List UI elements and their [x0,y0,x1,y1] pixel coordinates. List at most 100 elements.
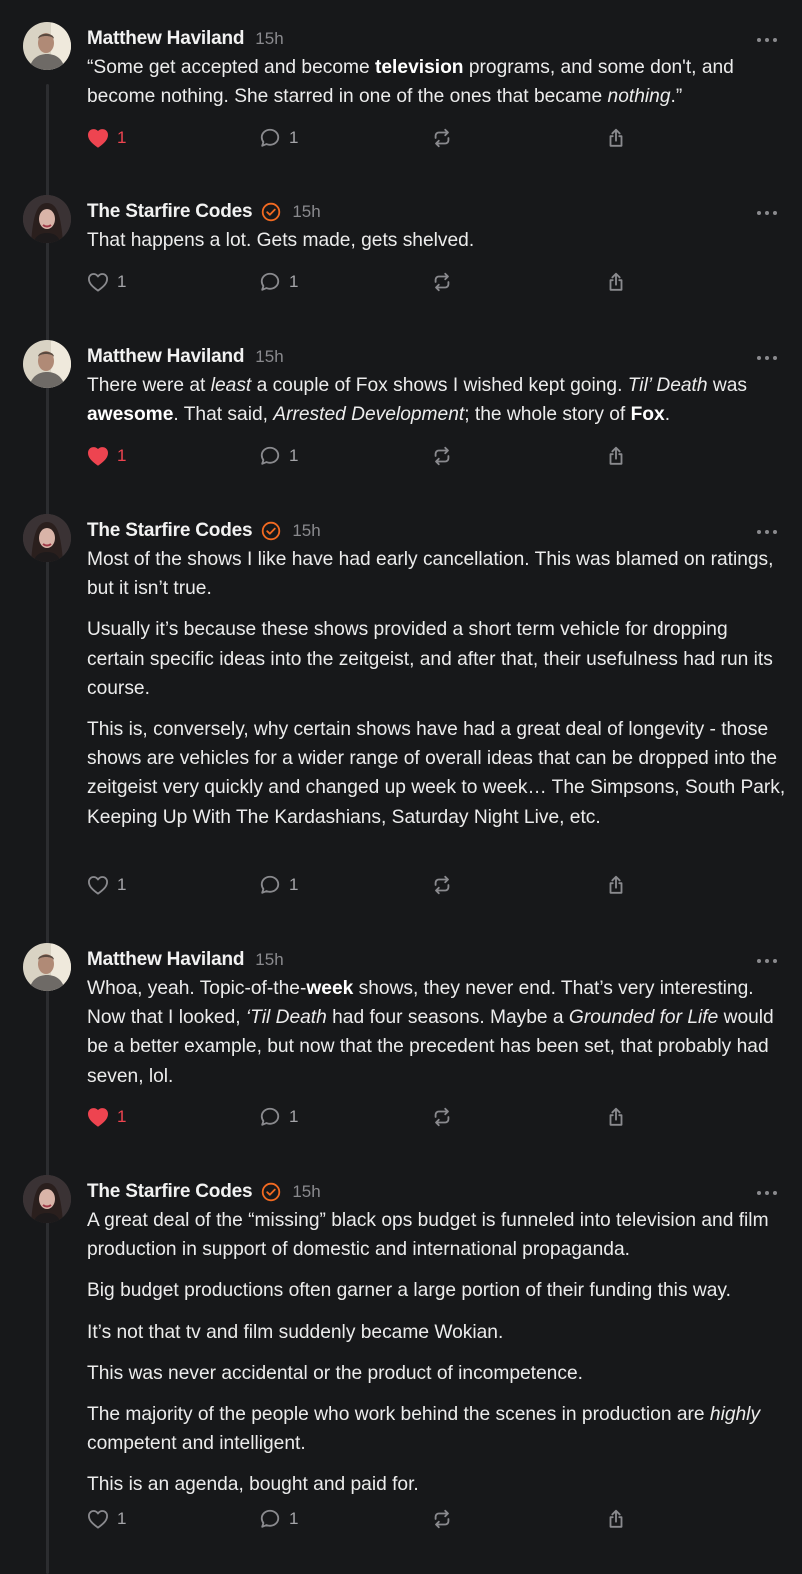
more-options-icon[interactable] [757,956,777,966]
share-icon [605,127,627,149]
reply-button[interactable]: 1 [259,124,298,152]
avatar[interactable] [23,514,71,562]
comment-icon [259,271,281,293]
share-icon [605,1106,627,1128]
post-header: Matthew Haviland 15h [87,947,284,973]
reply-count: 1 [289,272,299,291]
like-count: 1 [117,1509,127,1528]
like-button[interactable]: 1 [87,1505,126,1533]
post-paragraph: This is an agenda, bought and paid for. [87,1474,419,1496]
author-name[interactable]: The Starfire Codes [87,1181,253,1203]
heart-icon [87,272,109,292]
post-paragraph: The majority of the people who work behi… [87,1404,761,1455]
comment-icon [259,1106,281,1128]
reply-button[interactable]: 1 [259,442,298,470]
post-paragraph: Big budget productions often garner a la… [87,1280,731,1302]
post-time[interactable]: 15h [292,1182,320,1202]
post-paragraph: Whoa, yeah. Topic-of-the-week shows, the… [87,978,774,1087]
post-text: Most of the shows I like have had early … [87,545,787,832]
verified-badge-icon [261,1182,281,1202]
share-button[interactable] [605,124,627,152]
repost-button[interactable] [431,871,453,899]
avatar[interactable] [23,22,71,70]
like-button[interactable]: 1 [87,1103,126,1131]
share-button[interactable] [605,1505,627,1533]
post-text: That happens a lot. Gets made, gets shel… [87,226,787,255]
verified-badge-icon [261,202,281,222]
avatar[interactable] [23,943,71,991]
share-button[interactable] [605,871,627,899]
more-options-icon[interactable] [757,1188,777,1198]
post-paragraph: There were at least a couple of Fox show… [87,375,748,426]
like-button[interactable]: 1 [87,871,126,899]
like-button[interactable]: 1 [87,124,126,152]
reply-count: 1 [289,128,299,147]
reply-button[interactable]: 1 [259,1505,298,1533]
post-paragraph: That happens a lot. Gets made, gets shel… [87,230,475,251]
share-button[interactable] [605,268,627,296]
repost-icon [431,445,453,467]
post-time[interactable]: 15h [292,202,320,222]
post-actions: 1 1 [87,442,647,470]
repost-button[interactable] [431,124,453,152]
like-count: 1 [117,446,127,465]
more-options-icon[interactable] [757,353,777,363]
reply-count: 1 [289,446,299,465]
reply-button[interactable]: 1 [259,871,298,899]
share-button[interactable] [605,442,627,470]
author-name[interactable]: The Starfire Codes [87,201,253,223]
avatar[interactable] [23,340,71,388]
repost-button[interactable] [431,442,453,470]
post-paragraph: Most of the shows I like have had early … [87,549,774,600]
repost-button[interactable] [431,1505,453,1533]
share-button[interactable] [605,1103,627,1131]
repost-icon [431,874,453,896]
heart-icon [87,446,109,466]
repost-button[interactable] [431,268,453,296]
share-icon [605,1508,627,1530]
post-time[interactable]: 15h [292,521,320,541]
like-button[interactable]: 1 [87,268,126,296]
author-name[interactable]: Matthew Haviland [87,949,244,971]
reply-button[interactable]: 1 [259,268,298,296]
verified-badge-icon [261,521,281,541]
author-name[interactable]: Matthew Haviland [87,346,244,368]
post-time[interactable]: 15h [255,29,283,49]
like-count: 1 [117,1107,127,1126]
reply-count: 1 [289,875,299,894]
reply-count: 1 [289,1509,299,1528]
repost-icon [431,1508,453,1530]
more-options-icon[interactable] [757,208,777,218]
post-actions: 1 1 [87,871,647,899]
author-name[interactable]: The Starfire Codes [87,520,253,542]
avatar[interactable] [23,195,71,243]
heart-icon [87,128,109,148]
heart-icon [87,1107,109,1127]
post-text: “Some get accepted and become television… [87,53,787,111]
post-paragraph: This was never accidental or the product… [87,1362,583,1384]
repost-button[interactable] [431,1103,453,1131]
post-paragraph: This is, conversely, why certain shows h… [87,719,786,828]
like-count: 1 [117,272,127,291]
like-button[interactable]: 1 [87,442,126,470]
post-paragraph: It’s not that tv and film suddenly becam… [87,1321,504,1343]
post-time[interactable]: 15h [255,950,283,970]
avatar[interactable] [23,1175,71,1223]
more-options-icon[interactable] [757,35,777,45]
thread-line [46,84,49,1574]
share-icon [605,445,627,467]
like-count: 1 [117,128,127,147]
author-name[interactable]: Matthew Haviland [87,28,244,50]
reply-button[interactable]: 1 [259,1103,298,1131]
post-time[interactable]: 15h [255,347,283,367]
repost-icon [431,127,453,149]
like-count: 1 [117,875,127,894]
post-header: The Starfire Codes 15h [87,1179,321,1205]
more-options-icon[interactable] [757,527,777,537]
share-icon [605,271,627,293]
post-paragraph: Usually it’s because these shows provide… [87,619,773,699]
post-header: The Starfire Codes 15h [87,518,321,544]
post-header: Matthew Haviland 15h [87,344,284,370]
reply-count: 1 [289,1107,299,1126]
post-actions: 1 1 [87,1505,647,1533]
